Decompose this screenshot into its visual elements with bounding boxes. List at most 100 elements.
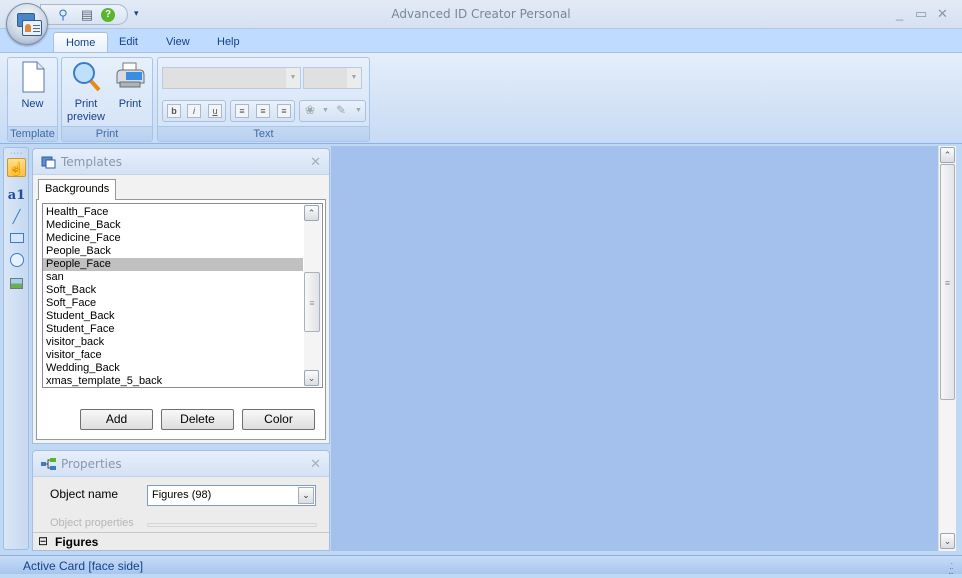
color-button[interactable]: Color — [242, 409, 315, 430]
line-tool-icon[interactable]: ╱ — [7, 207, 26, 226]
text-color-icon[interactable]: ❀ — [305, 103, 315, 117]
properties-panel: Properties ✕ Object name Figures (98) ⌄ … — [32, 450, 330, 551]
tab-view[interactable]: View — [154, 32, 202, 54]
list-item[interactable]: Health_Face — [43, 206, 303, 219]
italic-button[interactable]: i — [187, 104, 201, 118]
minimize-button[interactable]: _ — [896, 6, 903, 21]
property-category-figures[interactable]: ⊟ Figures — [33, 532, 329, 550]
templates-panel-title: Templates — [61, 155, 123, 169]
scroll-up-button[interactable]: ⌃ — [940, 147, 955, 163]
group-print: Print preview Print Print — [61, 57, 153, 142]
properties-panel-title: Properties — [61, 457, 122, 471]
chevron-down-icon[interactable]: ▼ — [355, 107, 362, 114]
close-button[interactable]: ✕ — [937, 6, 948, 22]
scroll-up-button[interactable]: ⌃ — [304, 205, 319, 221]
list-item[interactable]: Soft_Face — [43, 297, 303, 310]
canvas-scroll-thumb[interactable]: ≡ — [940, 164, 955, 400]
object-name-select[interactable]: Figures (98) ⌄ — [147, 485, 316, 506]
status-text: Active Card [face side] — [23, 559, 144, 573]
list-item[interactable]: Student_Back — [43, 310, 303, 323]
tab-home[interactable]: Home — [53, 32, 109, 54]
select-tool-icon[interactable]: ☝ — [7, 158, 26, 177]
toolbox-grip[interactable]: ···· — [10, 150, 23, 157]
app-menu-button[interactable] — [6, 3, 48, 45]
new-button[interactable]: New — [8, 60, 57, 111]
properties-body: Object name Figures (98) ⌄ Object proper… — [33, 477, 329, 550]
scroll-down-button[interactable]: ⌄ — [304, 370, 319, 386]
templates-panel-header: Templates ✕ — [33, 149, 329, 175]
group-label-print: Print — [62, 126, 152, 141]
templates-list[interactable]: Health_Face Medicine_Back Medicine_Face Peo… — [42, 203, 323, 388]
window-title: Advanced ID Creator Personal — [391, 7, 571, 21]
maximize-button[interactable]: ▭ — [915, 6, 927, 22]
print-preview-button[interactable]: Print preview — [64, 60, 108, 124]
add-button[interactable]: Add — [80, 409, 153, 430]
collapse-icon[interactable]: ⊟ — [38, 534, 48, 548]
rectangle-tool-icon[interactable] — [7, 229, 26, 248]
design-canvas[interactable] — [331, 146, 938, 551]
fill-color-icon[interactable]: ✎ — [336, 103, 346, 117]
chevron-down-icon[interactable]: ⌄ — [298, 487, 314, 504]
list-item[interactable]: visitor_face — [43, 349, 303, 362]
object-name-label: Object name — [50, 487, 119, 501]
new-label: New — [21, 98, 44, 110]
group-text: ▼ ▼ b i u ≡ ≡ ≡ ❀ ▼ ✎ ▼ Text — [157, 57, 370, 142]
group-template: New Template — [7, 57, 58, 142]
id-card-icon — [22, 20, 42, 36]
object-properties-divider — [147, 523, 317, 527]
list-scrollbar[interactable]: ⌃ ≡ ⌄ — [304, 205, 321, 386]
list-item[interactable]: Wedding_Back — [43, 362, 303, 375]
chevron-down-icon[interactable]: ▼ — [322, 107, 329, 114]
align-right-button[interactable]: ≡ — [277, 104, 291, 118]
magnifier-icon — [70, 60, 102, 94]
canvas-scrollbar[interactable]: ⌃ ≡ ⌄ — [938, 146, 956, 551]
status-bar: Active Card [face side] · ·· ··· — [0, 555, 962, 578]
text-tool-icon[interactable]: a1 — [7, 186, 26, 205]
print-label: Print — [118, 98, 142, 110]
list-item[interactable]: Medicine_Face — [43, 232, 303, 245]
object-name-value: Figures (98) — [152, 489, 212, 501]
font-family-select[interactable]: ▼ — [162, 67, 301, 89]
list-item[interactable]: Medicine_Back — [43, 219, 303, 232]
font-size-select[interactable]: ▼ — [303, 67, 362, 89]
group-label-text: Text — [158, 126, 369, 141]
group-label-template: Template — [8, 126, 57, 141]
list-item[interactable]: xmas_template_5_back — [43, 375, 303, 388]
list-item[interactable]: Student_Face — [43, 323, 303, 336]
font-style-group: b i u — [162, 100, 226, 122]
print-button[interactable]: Print — [110, 60, 150, 111]
color-group: ❀ ▼ ✎ ▼ — [299, 100, 366, 122]
list-item[interactable]: san — [43, 271, 303, 284]
chevron-down-icon: ▼ — [286, 68, 300, 88]
properties-icon — [41, 457, 56, 471]
bold-button[interactable]: b — [167, 104, 181, 118]
resize-grip[interactable]: · ·· ··· — [948, 560, 958, 578]
tab-help[interactable]: Help — [205, 32, 252, 54]
list-scroll-thumb[interactable]: ≡ — [304, 272, 320, 332]
ribbon-tabs: Home Edit View Help — [0, 29, 962, 54]
close-icon[interactable]: ✕ — [310, 456, 321, 472]
chevron-down-icon: ▼ — [347, 68, 361, 88]
list-item[interactable]: Soft_Back — [43, 284, 303, 297]
align-center-button[interactable]: ≡ — [256, 104, 270, 118]
close-icon[interactable]: ✕ — [310, 154, 321, 170]
print-preview-label: Print preview — [67, 98, 105, 123]
delete-button[interactable]: Delete — [161, 409, 234, 430]
list-item[interactable]: People_Back — [43, 245, 303, 258]
title-bar: ⚲ ▤ ? ▾ Advanced ID Creator Personal _ ▭… — [0, 0, 962, 29]
align-left-button[interactable]: ≡ — [235, 104, 249, 118]
image-tool-icon[interactable] — [7, 274, 26, 293]
toolbox: ···· ☝ a1 ╱ — [3, 147, 29, 550]
printer-icon — [114, 60, 146, 94]
object-properties-label: Object properties — [50, 517, 134, 529]
list-item[interactable]: visitor_back — [43, 336, 303, 349]
tab-backgrounds[interactable]: Backgrounds — [38, 179, 117, 200]
scroll-down-button[interactable]: ⌄ — [940, 533, 955, 549]
properties-panel-header: Properties ✕ — [33, 451, 329, 477]
ellipse-tool-icon[interactable] — [7, 251, 26, 270]
list-item[interactable]: People_Face — [43, 258, 303, 271]
new-document-icon — [17, 60, 49, 94]
templates-panel: Templates ✕ Backgrounds Health_Face Medic… — [32, 148, 330, 444]
tab-edit[interactable]: Edit — [107, 32, 150, 54]
underline-button[interactable]: u — [208, 104, 222, 118]
